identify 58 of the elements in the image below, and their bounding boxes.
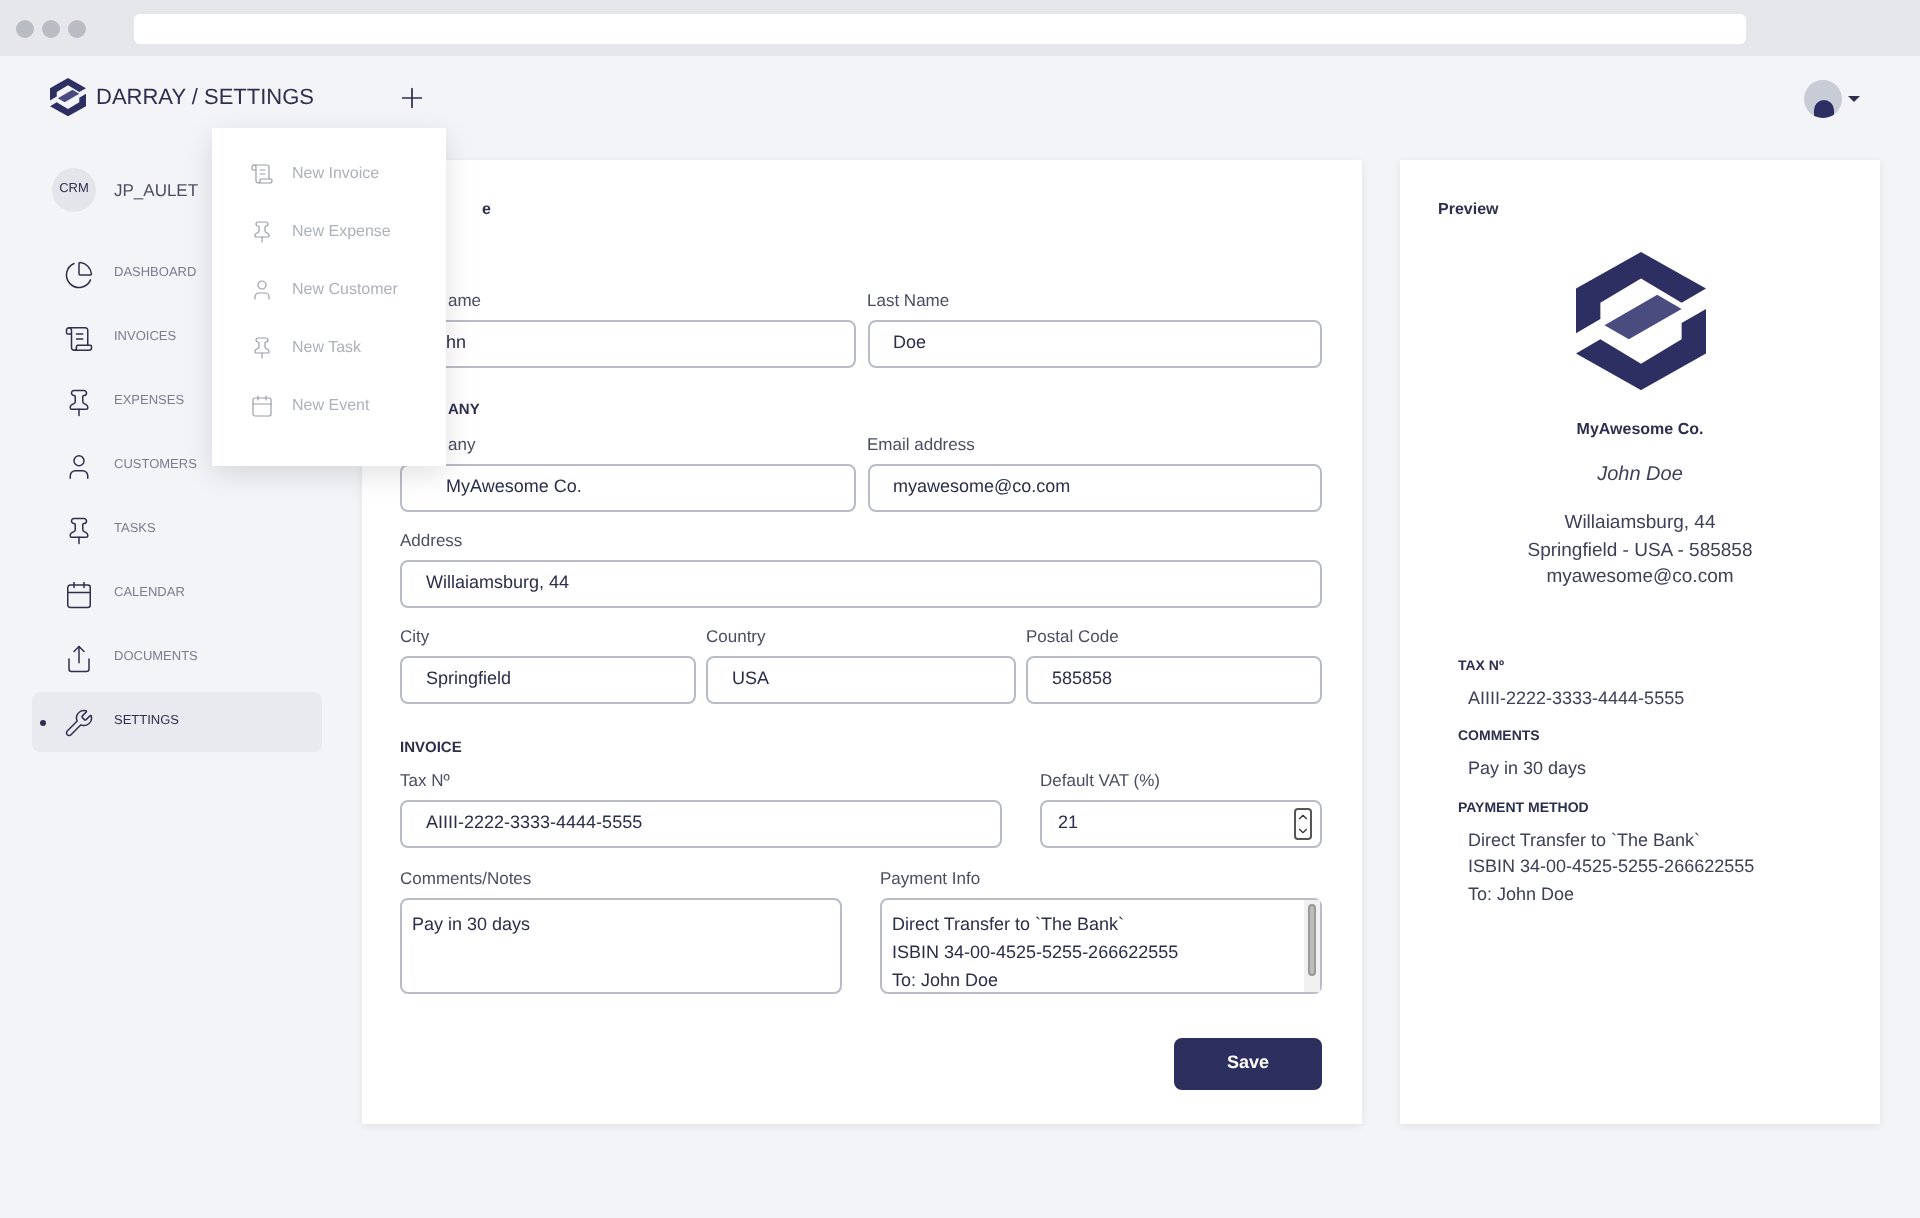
preview-text: AIIII-2222-3333-4444-5555 (1468, 685, 1687, 712)
preview-text: Pay in 30 days (1468, 756, 1589, 783)
field-label: Address (400, 530, 463, 550)
pin-icon (64, 387, 94, 417)
field-label: ame (448, 290, 482, 310)
field-label: Country (706, 626, 766, 646)
avatar[interactable] (1804, 79, 1842, 117)
contact-name: John Doe (1597, 462, 1683, 491)
caret-icon[interactable] (1848, 95, 1860, 101)
text-area[interactable]: Pay in 30 days (400, 898, 842, 994)
spinner-icon (1294, 808, 1312, 840)
field-label: Postal Code (1026, 626, 1119, 646)
field-label: Payment Info (880, 868, 981, 888)
company-logo (1575, 252, 1705, 391)
document-icon (250, 162, 274, 186)
preview-text: To: John Doe (1468, 881, 1577, 908)
pin-icon (64, 515, 94, 545)
text-field[interactable]: 585858 (1026, 656, 1322, 704)
text-field[interactable]: USA (706, 656, 1016, 704)
address-line: myawesome@co.com (1546, 564, 1734, 592)
add-icon[interactable] (396, 82, 428, 114)
text-field[interactable]: Springfield (400, 656, 696, 704)
text-field[interactable]: Doe (867, 320, 1322, 368)
document-icon (64, 323, 94, 353)
text-field[interactable]: myawesome@co.com (867, 464, 1322, 512)
number-field[interactable]: 21 (1040, 800, 1322, 848)
pin-icon (250, 336, 274, 360)
field-label: Email address (867, 434, 975, 454)
brand-title: DARRAY / SETTINGS (96, 83, 317, 114)
person-icon (250, 278, 274, 302)
calendar-icon (64, 579, 94, 609)
text-field[interactable]: MyAwesome Co. (400, 464, 855, 512)
person-icon (64, 451, 94, 481)
scrollbar[interactable] (1304, 900, 1320, 992)
text-field[interactable]: Willaiamsburg, 44 (400, 560, 1322, 608)
pin-icon (250, 220, 274, 244)
text-field[interactable]: AIIII-2222-3333-4444-5555 (400, 800, 1002, 848)
upload-icon (64, 643, 94, 673)
field-label: City (400, 626, 430, 646)
card-title: e (482, 200, 491, 218)
field-label: Comments/Notes (400, 868, 532, 888)
user-name: JP_AULET (114, 177, 199, 203)
text-area[interactable]: Direct Transfer to `The Bank` ISBIN 34-00-4525-5255-266622555 To: John Doe (880, 898, 1322, 994)
company-name: MyAwesome Co. (1576, 418, 1704, 443)
field-label: any (448, 434, 476, 454)
field-label: Last Name (867, 290, 950, 310)
address-line: Springfield - USA - 585858 (1527, 537, 1753, 565)
field-label: Default VAT (%) (1040, 770, 1160, 790)
tools-icon (64, 707, 94, 737)
pie-chart-icon (64, 259, 94, 289)
field-label: Tax Nº (400, 770, 450, 790)
preview-text: ISBIN 34-00-4525-5255-266622555 (1468, 854, 1757, 881)
preview-text: Direct Transfer to `The Bank` (1468, 827, 1703, 854)
address-line: Willaiamsburg, 44 (1564, 510, 1716, 538)
preview-title: Preview (1438, 200, 1501, 220)
brand-logo (50, 78, 86, 118)
calendar-icon (250, 394, 274, 418)
save-button[interactable]: Save (1174, 1038, 1322, 1090)
